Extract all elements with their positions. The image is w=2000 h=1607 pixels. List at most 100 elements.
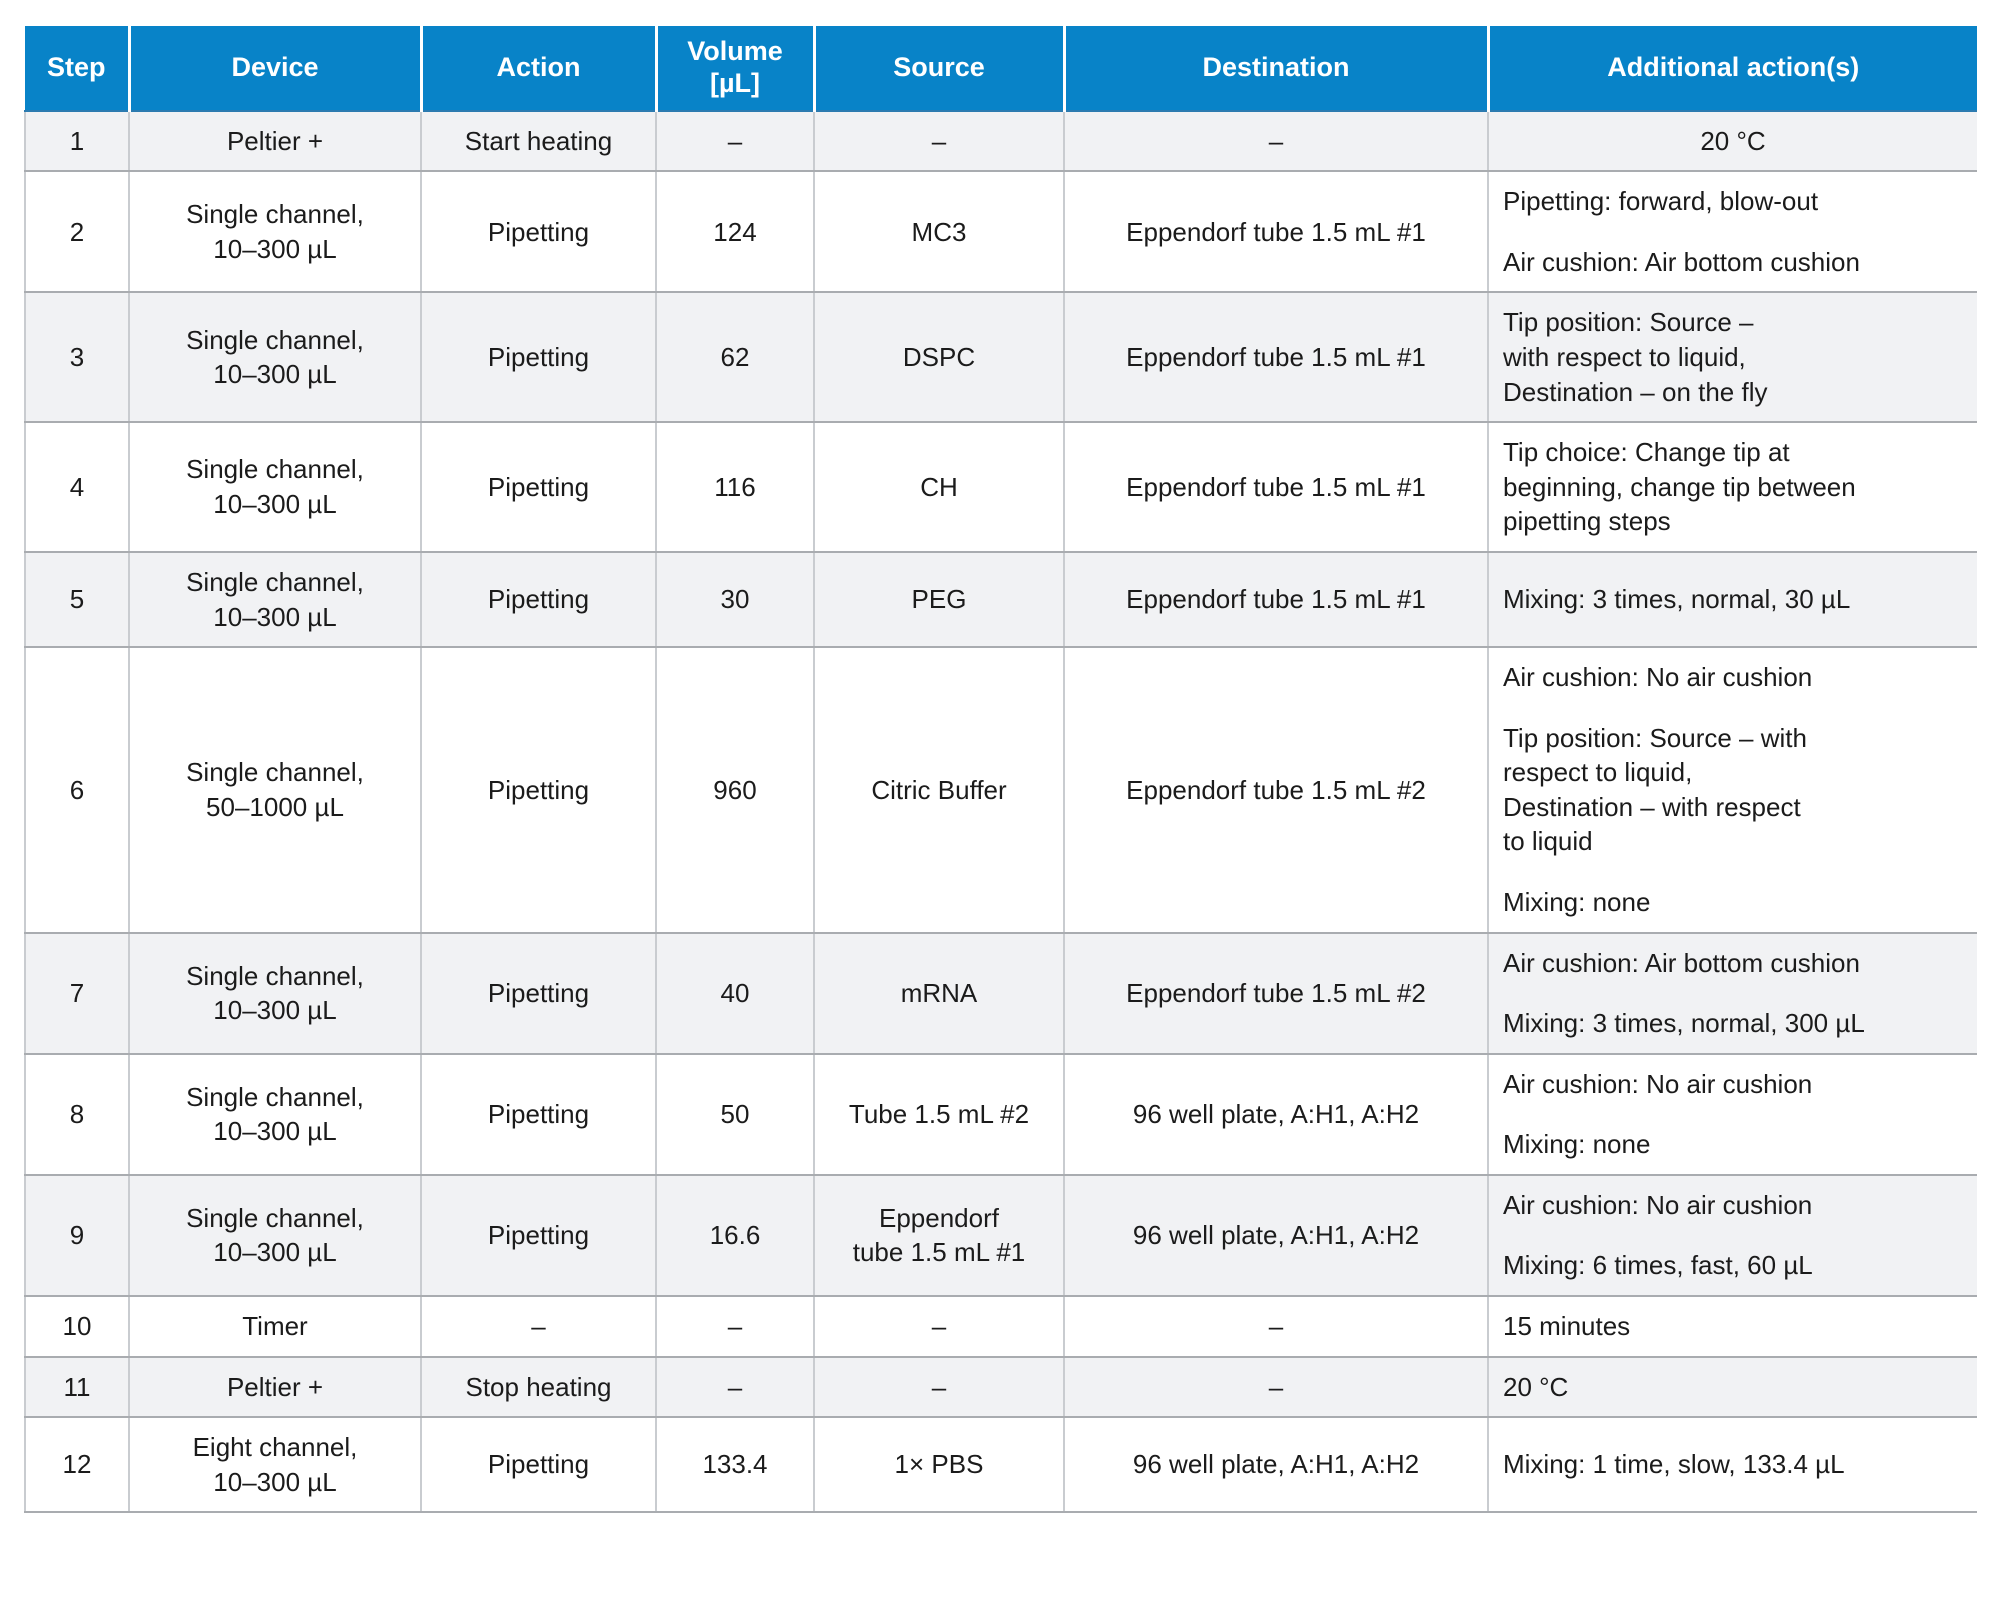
cell-device-line1: Single channel, (186, 454, 364, 485)
cell-additional-actions: Air cushion: Air bottom cushion Mixing: 3… (1488, 932, 1977, 1055)
cell-source: MC3 (814, 171, 1065, 294)
header-row: Step Device Action Volume [µL] Source De… (25, 26, 1977, 112)
table-body: 1 Peltier + Start heating – – –20 °C 2 Single c… (24, 110, 1977, 1514)
cell-device-line1: Single channel, (186, 960, 364, 991)
cell-source: – (814, 1356, 1065, 1419)
cell-source-line1: Eppendorf (879, 1202, 999, 1233)
additional-action-line: to liquid (1503, 826, 1593, 857)
additional-action-line: Air cushion: No air cushion (1503, 1068, 1813, 1099)
additional-action-line: Tip position: Source – with (1503, 722, 1807, 753)
additional-action-spacer (1503, 859, 1963, 885)
column-header-device: Device (129, 26, 423, 112)
cell-device: Single channel, 10–300 µL (129, 932, 422, 1055)
cell-step: 7 (24, 932, 130, 1055)
cell-source-line2: tube 1.5 mL #1 (852, 1237, 1026, 1268)
cell-volume: 133.4 (656, 1417, 815, 1514)
cell-step: 8 (24, 1053, 130, 1176)
additional-action-line: with respect to liquid, (1503, 342, 1746, 373)
additional-action-spacer (1503, 1222, 1963, 1248)
additional-action-line: respect to liquid, (1503, 757, 1693, 788)
cell-destination: 96 well plate, A:H1, A:H2 (1064, 1174, 1489, 1298)
additional-action-line: 20 °C (1503, 1371, 1569, 1402)
table-row: 5 Single channel, 10–300 µL Pipetting 30 PEG E… (24, 551, 1977, 649)
additional-action-line: Tip position: Source – (1503, 307, 1754, 338)
cell-device: Single channel, 10–300 µL (129, 1053, 422, 1176)
cell-volume: 124 (656, 171, 815, 294)
cell-destination: – (1064, 110, 1489, 173)
additional-action-line: Mixing: none (1503, 1129, 1651, 1160)
cell-step: 10 (24, 1296, 130, 1358)
cell-device-line2: 10–300 µL (213, 1466, 337, 1497)
cell-action: Pipetting (421, 1417, 657, 1514)
additional-action-line: Mixing: 6 times, fast, 60 µL (1503, 1250, 1813, 1281)
cell-device-line2: 10–300 µL (213, 1116, 337, 1147)
cell-destination: Eppendorf tube 1.5 mL #2 (1064, 647, 1489, 934)
additional-action-spacer (1503, 219, 1963, 245)
cell-additional-actions: 20 °C (1488, 1356, 1977, 1419)
table-row: 4 Single channel, 10–300 µL Pipetting 116 CH E… (24, 422, 1977, 553)
cell-additional-actions: Mixing: 3 times, normal, 30 µL (1488, 551, 1977, 649)
cell-destination: 96 well plate, A:H1, A:H2 (1064, 1053, 1489, 1176)
additional-action-spacer (1503, 695, 1963, 721)
column-header-additional-actions: Additional action(s) (1488, 26, 1977, 112)
cell-destination: 96 well plate, A:H1, A:H2 (1064, 1417, 1489, 1514)
cell-additional-actions: Mixing: 1 time, slow, 133.4 µL (1488, 1417, 1977, 1514)
additional-action-line: Mixing: 1 time, slow, 133.4 µL (1503, 1449, 1845, 1480)
table-row: 10 Timer – – – –15 minutes (24, 1296, 1977, 1358)
cell-step: 2 (24, 171, 130, 294)
additional-action-line: Mixing: 3 times, normal, 300 µL (1503, 1008, 1865, 1039)
cell-destination: Eppendorf tube 1.5 mL #1 (1064, 551, 1489, 649)
cell-step: 9 (24, 1174, 130, 1298)
cell-device: Peltier + (129, 1356, 422, 1419)
table-row: 6 Single channel, 50–1000 µL Pipetting 960 Ci… (24, 647, 1977, 934)
cell-additional-actions: 15 minutes (1488, 1296, 1977, 1358)
additional-action-line: Destination – on the fly (1503, 376, 1768, 407)
table-row: 9 Single channel, 10–300 µL Pipetting 16.6 Ep… (24, 1174, 1977, 1298)
cell-source: CH (814, 422, 1065, 553)
cell-step: 1 (24, 110, 130, 173)
cell-destination: Eppendorf tube 1.5 mL #2 (1064, 932, 1489, 1055)
table-row: 1 Peltier + Start heating – – –20 °C (24, 110, 1977, 173)
cell-action: Start heating (421, 110, 657, 173)
additional-action-line: 20 °C (1700, 125, 1766, 156)
cell-additional-actions: Air cushion: No air cushion Tip position:… (1488, 647, 1977, 934)
cell-device-line1: Single channel, (186, 1081, 364, 1112)
column-header-volume-unit: [µL] (709, 67, 761, 98)
cell-device-line1: Single channel, (186, 566, 364, 597)
cell-action: Pipetting (421, 171, 657, 294)
column-header-source: Source (814, 26, 1066, 112)
cell-volume: – (656, 1296, 815, 1358)
cell-device-line2: 10–300 µL (213, 233, 337, 264)
cell-source: Eppendorf tube 1.5 mL #1 (814, 1174, 1065, 1298)
table-row: 7 Single channel, 10–300 µL Pipetting 40 mRNA… (24, 932, 1977, 1055)
cell-device-line2: 10–300 µL (213, 359, 337, 390)
cell-volume: 62 (656, 292, 815, 424)
cell-volume: 116 (656, 422, 815, 553)
cell-device-line1: Single channel, (186, 1202, 364, 1233)
table-row: 2 Single channel, 10–300 µL Pipetting 124 MC3… (24, 171, 1977, 294)
additional-action-line: 15 minutes (1503, 1311, 1631, 1342)
cell-device: Peltier + (129, 110, 422, 173)
cell-source: mRNA (814, 932, 1065, 1055)
cell-step: 4 (24, 422, 130, 553)
additional-action-line: Air cushion: No air cushion (1503, 662, 1813, 693)
cell-destination: – (1064, 1296, 1489, 1358)
column-header-volume: Volume [µL] (656, 26, 816, 112)
cell-device-line1: Single channel, (186, 324, 364, 355)
cell-device-line2: 10–300 µL (213, 489, 337, 520)
column-header-volume-line1: Volume (687, 36, 783, 66)
cell-device-line1: Single channel, (186, 199, 364, 230)
cell-destination: Eppendorf tube 1.5 mL #1 (1064, 422, 1489, 553)
cell-action: Pipetting (421, 551, 657, 649)
column-header-step: Step (25, 26, 131, 112)
cell-source: 1× PBS (814, 1417, 1065, 1514)
cell-device-line2: 10–300 µL (213, 995, 337, 1026)
cell-destination: – (1064, 1356, 1489, 1419)
additional-action-spacer (1503, 1101, 1963, 1127)
additional-action-line: Mixing: 3 times, normal, 30 µL (1503, 584, 1851, 615)
cell-volume: 16.6 (656, 1174, 815, 1298)
cell-action: Pipetting (421, 422, 657, 553)
cell-device: Single channel, 10–300 µL (129, 422, 422, 553)
cell-volume: 50 (656, 1053, 815, 1176)
table-header: Step Device Action Volume [µL] Source De… (25, 26, 1977, 112)
